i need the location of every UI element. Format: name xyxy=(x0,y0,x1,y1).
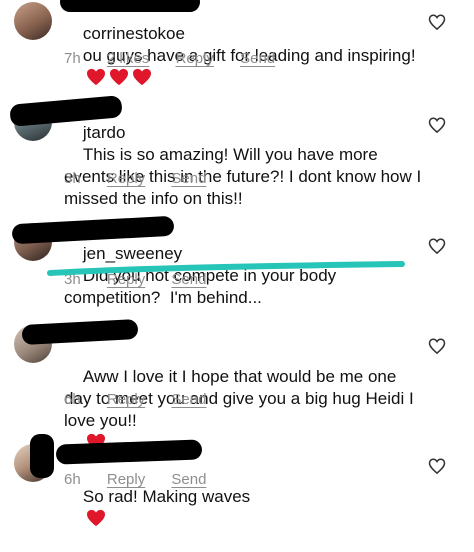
likes-count-link[interactable]: 2 likes xyxy=(107,50,150,67)
reply-button[interactable]: Reply xyxy=(107,271,145,288)
comment-time: 6h xyxy=(64,471,81,488)
comment-text: jtardo This is so amazing! Will you have… xyxy=(64,100,424,232)
comment-username[interactable]: jtardo xyxy=(83,123,126,142)
like-heart-icon[interactable] xyxy=(428,457,446,475)
comment-meta: 3h Reply Send xyxy=(64,170,228,190)
like-heart-icon[interactable] xyxy=(428,13,446,31)
comment-username[interactable]: corrinestokoe xyxy=(83,24,185,43)
send-button[interactable]: Send xyxy=(240,50,275,67)
like-heart-icon[interactable] xyxy=(428,116,446,134)
comment-time: 7h xyxy=(64,50,81,67)
reply-button[interactable]: Reply xyxy=(176,50,214,67)
comment-meta: 6h Reply Send xyxy=(64,391,228,411)
send-button[interactable]: Send xyxy=(171,471,206,488)
comment-meta: 6h Reply Send xyxy=(64,471,228,491)
comment-time: 3h xyxy=(64,271,81,288)
heart-emoji-icon xyxy=(86,68,105,86)
reply-button[interactable]: Reply xyxy=(107,170,145,187)
like-heart-icon[interactable] xyxy=(428,237,446,255)
comment-time: 6h xyxy=(64,391,81,408)
redaction-mark xyxy=(30,434,54,478)
reply-button[interactable]: Reply xyxy=(107,391,145,408)
heart-emoji-icon xyxy=(86,509,105,527)
heart-emoji-icon xyxy=(132,68,151,86)
comment-time: 3h xyxy=(64,170,81,187)
heart-emoji-icon xyxy=(109,68,128,86)
avatar[interactable] xyxy=(14,2,52,40)
send-button[interactable]: Send xyxy=(171,170,206,187)
like-heart-icon[interactable] xyxy=(428,337,446,355)
redaction-mark xyxy=(60,0,200,12)
reply-button[interactable]: Reply xyxy=(107,471,145,488)
comment-meta: 3h Reply Send xyxy=(64,271,228,291)
send-button[interactable]: Send xyxy=(171,271,206,288)
send-button[interactable]: Send xyxy=(171,391,206,408)
comment-username[interactable]: jen_sweeney xyxy=(83,244,182,263)
comment-meta: 7h 2 likes Reply Send xyxy=(64,50,297,70)
